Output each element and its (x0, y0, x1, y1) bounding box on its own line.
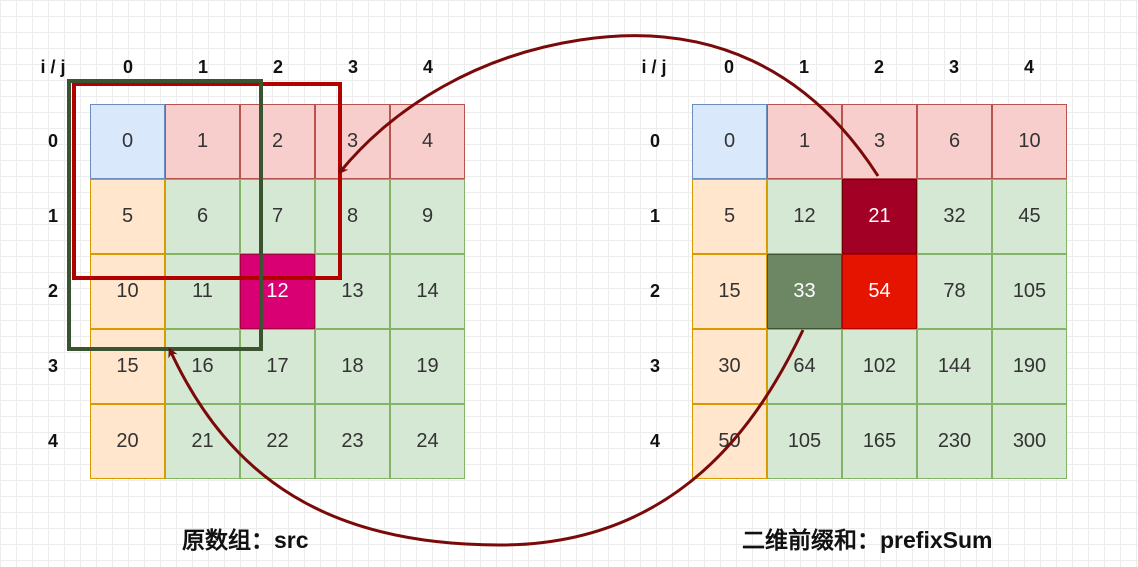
src-row-header: 2 (47, 281, 58, 301)
prefix-cell: 165 (842, 404, 917, 479)
prefix-cell: 5 (692, 179, 767, 254)
src-cell: 24 (390, 404, 465, 479)
prefix-cell: 12 (767, 179, 842, 254)
prefix-cell: 0 (692, 104, 767, 179)
prefix-col-header: 0 (723, 57, 734, 77)
prefix-col-header: 3 (948, 57, 959, 77)
prefix-col-header: 1 (798, 57, 809, 77)
prefix-cell: 300 (992, 404, 1067, 479)
prefix-row-header: 2 (649, 281, 660, 301)
prefix-top-cell: 21 (842, 179, 917, 254)
src-cell: 14 (390, 254, 465, 329)
prefix-cell: 78 (917, 254, 992, 329)
src-cell: 22 (240, 404, 315, 479)
prefix-cell: 1 (767, 104, 842, 179)
src-col-header: 3 (347, 57, 358, 77)
prefix-cell: 30 (692, 329, 767, 404)
prefix-cell: 3 (842, 104, 917, 179)
src-row-header: 4 (47, 431, 58, 451)
src-cell: 18 (315, 329, 390, 404)
prefix-cell: 144 (917, 329, 992, 404)
src-col-header: 1 (197, 57, 208, 77)
prefix-row-header: 3 (649, 356, 660, 376)
src-col-header: 2 (272, 57, 283, 77)
prefix-col-header: 4 (1023, 57, 1034, 77)
prefix-col-header: 2 (873, 57, 884, 77)
src-cell: 9 (390, 179, 465, 254)
prefix-cell: 230 (917, 404, 992, 479)
src-cell: 23 (315, 404, 390, 479)
prefix-cell: 15 (692, 254, 767, 329)
src-row-header: 3 (47, 356, 58, 376)
src-col-header: 4 (422, 57, 433, 77)
prefix-row-header: 0 (649, 131, 660, 151)
src-row-header: 1 (47, 206, 58, 226)
prefix-cell: 64 (767, 329, 842, 404)
src-cell: 20 (90, 404, 165, 479)
prefix-cell: 105 (767, 404, 842, 479)
prefix-cell: 50 (692, 404, 767, 479)
prefix-caption: 二维前缀和：prefixSum (742, 527, 993, 553)
src-corner-label: i / j (40, 57, 66, 77)
prefix-cell: 45 (992, 179, 1067, 254)
src-cell: 4 (390, 104, 465, 179)
prefix-cell: 32 (917, 179, 992, 254)
highlight-rect-left (67, 79, 263, 351)
src-cell: 21 (165, 404, 240, 479)
prefix-cell: 190 (992, 329, 1067, 404)
src-cell: 19 (390, 329, 465, 404)
src-col-header: 0 (122, 57, 133, 77)
prefix-row-header: 4 (649, 431, 660, 451)
prefix-corner-label: i / j (641, 57, 667, 77)
src-row-header: 0 (47, 131, 58, 151)
prefix-row-header: 1 (649, 206, 660, 226)
prefix-cell: 105 (992, 254, 1067, 329)
prefix-result-cell: 54 (842, 254, 917, 329)
prefix-cell: 102 (842, 329, 917, 404)
prefix-left-cell: 33 (767, 254, 842, 329)
prefix-cell: 6 (917, 104, 992, 179)
src-caption: 原数组：src (182, 527, 309, 553)
prefix-cell: 10 (992, 104, 1067, 179)
